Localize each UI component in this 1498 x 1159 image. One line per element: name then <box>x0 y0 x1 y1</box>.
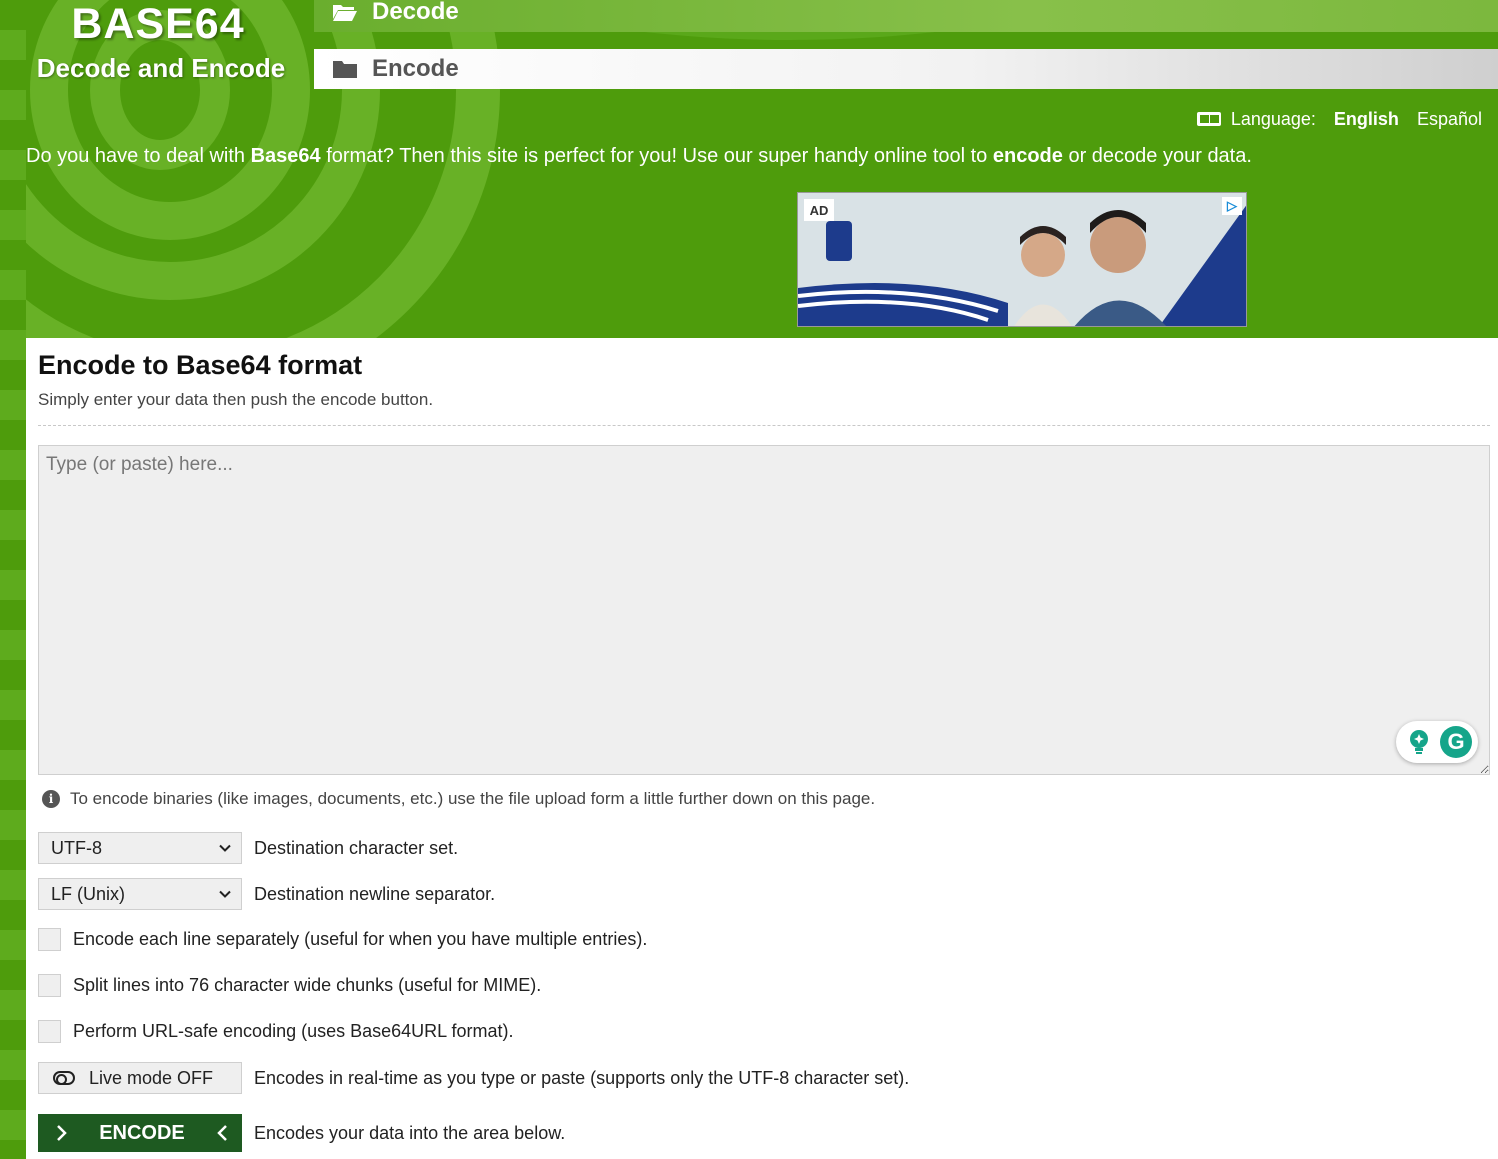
newline-select[interactable]: LF (Unix) <box>38 878 242 910</box>
language-label: Language: <box>1230 108 1316 129</box>
toggle-off-icon <box>53 1071 75 1085</box>
site-logo[interactable]: BASE64 Decode and Encode <box>0 0 316 100</box>
divider <box>38 425 1490 426</box>
binary-info-note: i To encode binaries (like images, docum… <box>42 789 875 809</box>
ad-badge: AD <box>804 199 834 221</box>
intro-part: or decode your data. <box>1062 145 1252 167</box>
binary-info-text: To encode binaries (like images, documen… <box>70 789 876 808</box>
intro-part: Do you have to deal with <box>26 145 251 167</box>
info-icon: i <box>42 790 60 808</box>
charset-row: UTF-8 Destination character set. <box>38 832 458 864</box>
intro-bold: Base64 <box>250 145 321 167</box>
lightbulb-icon <box>1410 730 1428 754</box>
split-lines-row: Split lines into 76 character wide chunk… <box>38 974 541 997</box>
url-safe-checkbox[interactable] <box>38 1020 61 1043</box>
intro-text: Do you have to deal with Base64 format? … <box>26 145 1486 168</box>
page-subtitle: Simply enter your data then push the enc… <box>38 390 434 409</box>
folder-icon <box>333 61 357 78</box>
input-textarea[interactable] <box>38 445 1490 775</box>
ad-image <box>798 193 1246 326</box>
encode-description: Encodes your data into the area below. <box>254 1122 566 1143</box>
intro-bold: encode <box>992 145 1063 167</box>
chevron-right-icon <box>57 1125 67 1141</box>
nav-decode-label: Decode <box>372 0 459 25</box>
intro-part: format? Then this site is perfect for yo… <box>320 145 993 167</box>
each-line-label: Encode each line separately (useful for … <box>73 929 648 949</box>
url-safe-label: Perform URL-safe encoding (uses Base64UR… <box>73 1021 514 1041</box>
live-mode-toggle[interactable]: Live mode OFF <box>38 1062 242 1094</box>
logo-subtitle: Decode and Encode <box>36 53 286 83</box>
split-lines-checkbox[interactable] <box>38 974 61 997</box>
encode-button[interactable]: ENCODE <box>38 1114 242 1152</box>
newline-value: LF (Unix) <box>51 883 126 904</box>
grammarly-widget[interactable]: G <box>1396 721 1478 763</box>
live-mode-row: Live mode OFF Encodes in real-time as yo… <box>38 1062 909 1094</box>
charset-select[interactable]: UTF-8 <box>38 832 242 864</box>
live-mode-label: Live mode OFF <box>89 1067 214 1088</box>
chevron-down-icon <box>219 890 231 898</box>
folder-open-icon <box>333 5 357 21</box>
split-lines-label: Split lines into 76 character wide chunk… <box>73 975 542 995</box>
each-line-checkbox[interactable] <box>38 928 61 951</box>
grammarly-icon: G <box>1440 726 1472 758</box>
nav-encode-label: Encode <box>372 55 459 82</box>
translate-icon <box>1196 112 1221 126</box>
nav-tab-decode[interactable]: Decode <box>314 0 1498 32</box>
chevron-down-icon <box>219 844 231 852</box>
charset-description: Destination character set. <box>254 837 459 858</box>
site-header: BASE64 Decode and Encode Decode Encode L… <box>0 0 1498 338</box>
ad-banner[interactable]: AD ▷ <box>797 192 1247 327</box>
url-safe-row: Perform URL-safe encoding (uses Base64UR… <box>38 1020 514 1043</box>
page-title: Encode to Base64 format <box>38 350 363 380</box>
newline-row: LF (Unix) Destination newline separator. <box>38 878 495 910</box>
left-decorative-strip <box>0 0 26 1159</box>
language-option-spanish[interactable]: Español <box>1417 109 1482 130</box>
encode-row: ENCODE Encodes your data into the area b… <box>38 1114 565 1152</box>
ad-choices-icon[interactable]: ▷ <box>1222 197 1242 215</box>
newline-description: Destination newline separator. <box>254 883 496 904</box>
each-line-row: Encode each line separately (useful for … <box>38 928 647 951</box>
chevron-left-icon <box>217 1125 227 1141</box>
nav-tab-encode[interactable]: Encode <box>314 49 1498 89</box>
charset-value: UTF-8 <box>51 837 102 858</box>
live-mode-description: Encodes in real-time as you type or past… <box>254 1067 910 1088</box>
language-selector: Language: English Español <box>1196 106 1482 132</box>
encode-button-label: ENCODE <box>99 1121 185 1144</box>
logo-title: BASE64 <box>71 0 245 48</box>
language-option-english[interactable]: English <box>1334 109 1399 130</box>
encode-panel: Encode to Base64 format Simply enter you… <box>26 338 1498 1159</box>
